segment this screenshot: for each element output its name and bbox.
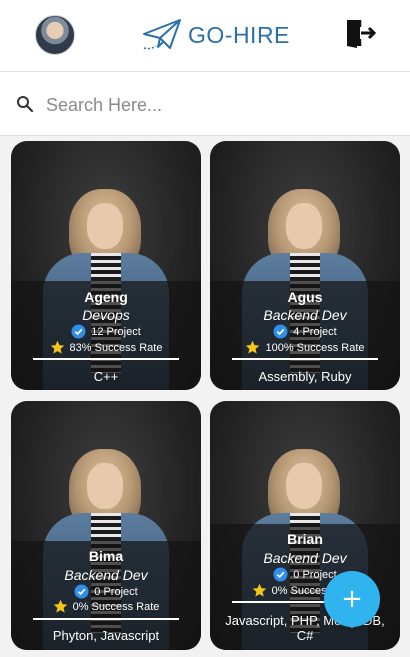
success-rate: 0% Success Rate: [11, 599, 201, 614]
freelancer-role: Backend Dev: [263, 550, 347, 566]
user-avatar[interactable]: [35, 15, 75, 55]
verified-icon: [74, 584, 89, 599]
project-count: 12 Project: [11, 324, 201, 339]
search-icon: [17, 96, 34, 113]
app-logo: GO-HIRE: [142, 18, 290, 52]
paper-plane-icon: [143, 19, 181, 50]
search-bar: [0, 71, 410, 136]
project-count: 0 Project: [11, 584, 201, 599]
freelancer-card[interactable]: Bima Backend Dev 0 Project 0% Success Ra…: [11, 401, 201, 650]
freelancer-name: Ageng: [84, 289, 128, 305]
app-header: GO-HIRE: [0, 0, 410, 71]
freelancer-card[interactable]: Agus Backend Dev 4 Project 100% Success …: [210, 141, 400, 390]
freelancer-name: Brian: [287, 531, 323, 547]
freelancer-name: Agus: [287, 289, 323, 305]
verified-icon: [273, 324, 288, 339]
divider: [232, 358, 378, 360]
freelancer-card[interactable]: Ageng Devops 12 Project 83% Success Rate…: [11, 141, 201, 390]
divider: [33, 358, 179, 360]
skills-list: Assembly, Ruby: [258, 369, 352, 384]
app-title: GO-HIRE: [188, 21, 290, 48]
star-icon: [246, 340, 260, 354]
verified-icon: [273, 567, 288, 582]
success-rate: 100% Success Rate: [210, 340, 400, 355]
skills-list: Phyton, Javascript: [52, 628, 160, 643]
star-icon: [53, 599, 67, 613]
freelancer-role: Backend Dev: [263, 307, 347, 323]
add-button[interactable]: +: [324, 571, 380, 627]
freelancer-role: Devops: [82, 307, 130, 323]
search-input[interactable]: [46, 88, 386, 122]
star-icon: [50, 340, 64, 354]
project-count: 4 Project: [210, 324, 400, 339]
star-icon: [252, 583, 266, 597]
skills-list: C++: [93, 369, 119, 384]
freelancer-name: Bima: [88, 548, 124, 564]
logout-icon[interactable]: [344, 17, 378, 49]
freelancer-role: Backend Dev: [64, 567, 148, 583]
verified-icon: [71, 324, 86, 339]
success-rate: 83% Success Rate: [11, 340, 201, 355]
divider: [33, 618, 179, 620]
